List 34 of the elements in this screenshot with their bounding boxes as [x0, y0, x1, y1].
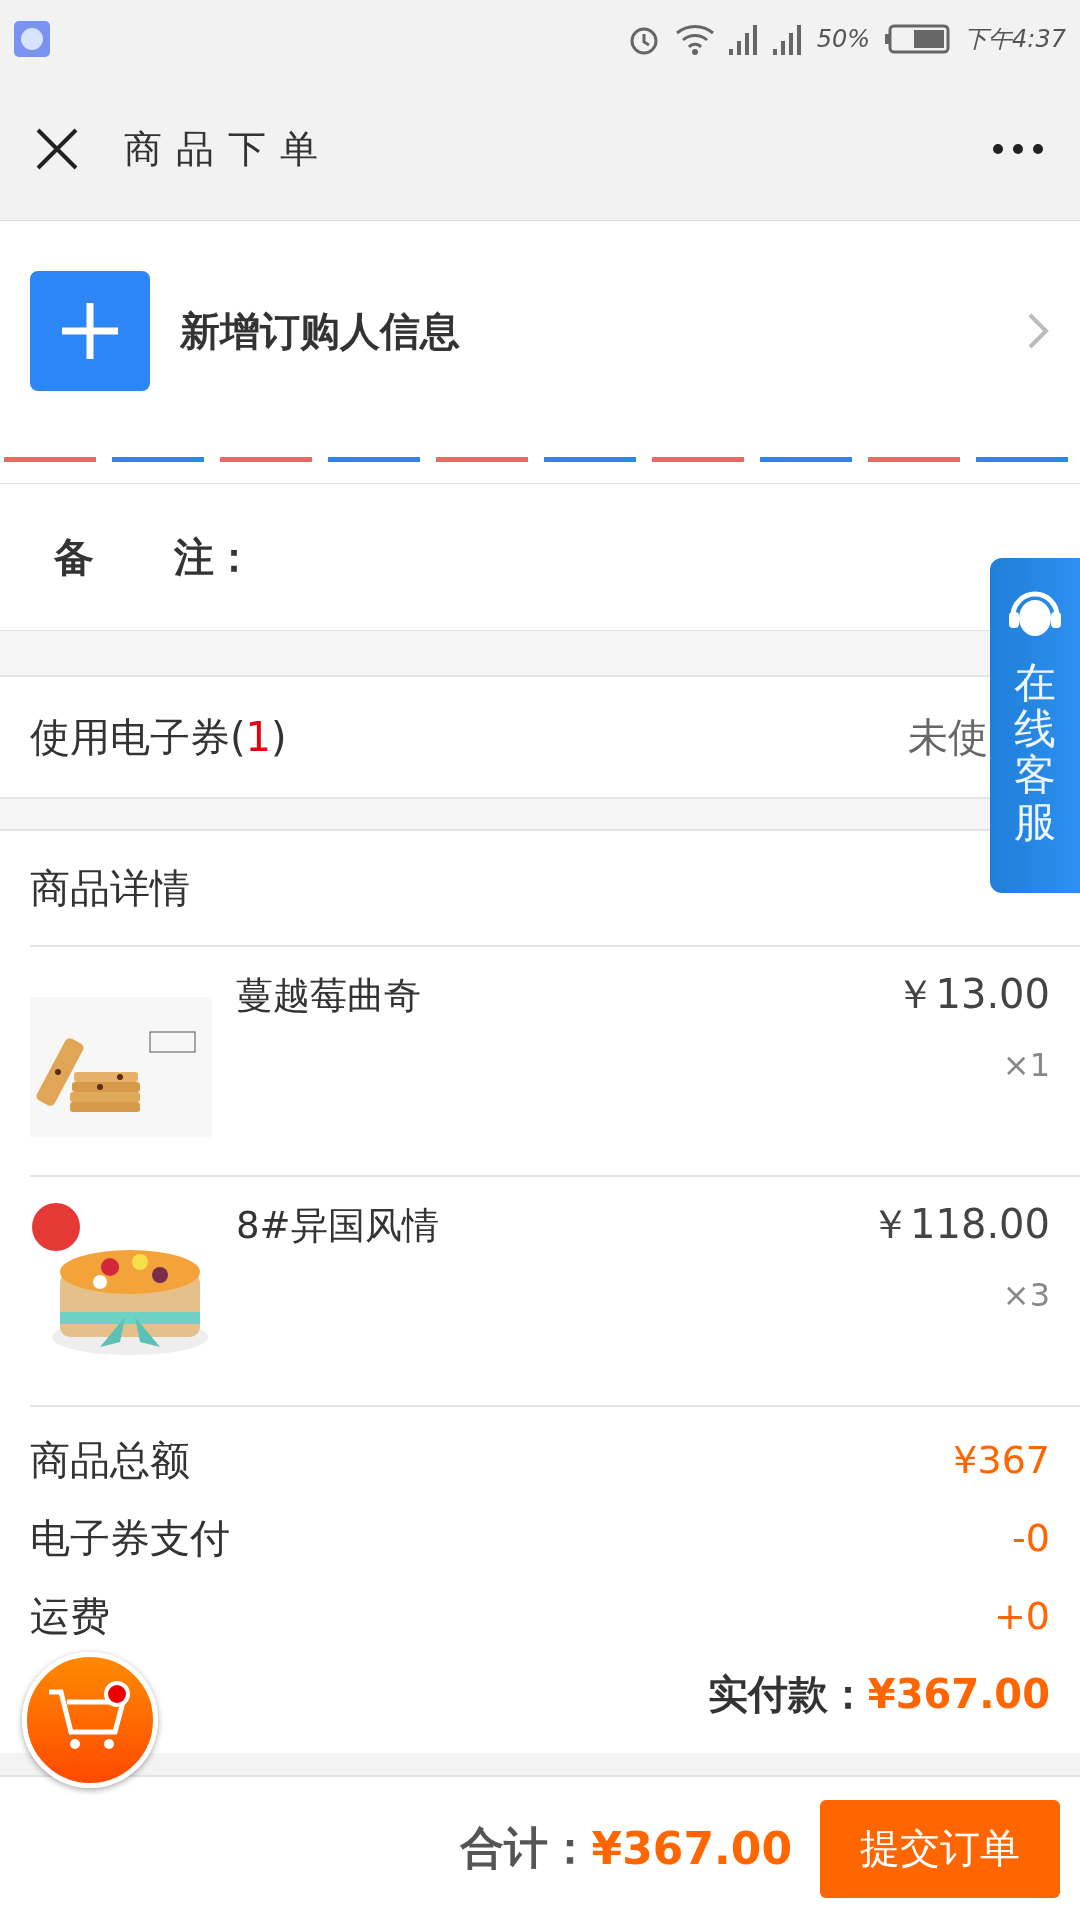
product-quantity: ×1 [1002, 1046, 1050, 1084]
app-icon [14, 21, 50, 57]
summary-value: +0 [993, 1594, 1050, 1638]
signal-icon [728, 23, 759, 55]
more-icon[interactable] [992, 143, 1044, 155]
plus-icon [30, 271, 150, 391]
coupon-status: 未使 [908, 712, 988, 762]
battery-icon [884, 24, 951, 54]
signal-icon [772, 23, 803, 55]
summary-value: ¥367 [953, 1438, 1050, 1482]
page-title: 商品下单 [124, 125, 332, 173]
summary-label: 商品总额 [30, 1435, 190, 1485]
add-buyer-label: 新增订购人信息 [180, 306, 461, 356]
paid-label: 实付款： [707, 1669, 868, 1719]
summary-label: 电子券支付 [30, 1513, 230, 1563]
add-buyer-row[interactable]: 新增订购人信息 [0, 221, 1080, 441]
wifi-icon [674, 23, 715, 55]
total-amount: ¥367.00 [591, 1823, 792, 1874]
battery-percent: 50% [816, 25, 871, 53]
summary-label: 运费 [30, 1591, 110, 1641]
product-row[interactable]: 8#异国风情 ￥118.00 ×3 [30, 1177, 1080, 1407]
status-time: 下午4:37 [964, 24, 1066, 55]
product-price: ￥13.00 [895, 970, 1050, 1019]
product-row[interactable]: 蔓越莓曲奇 ￥13.00 ×1 [30, 947, 1080, 1177]
chevron-right-icon [1026, 311, 1050, 351]
product-price: ￥118.00 [870, 1200, 1050, 1249]
product-quantity: ×3 [1002, 1276, 1050, 1314]
remark-label: 备 注： [54, 532, 254, 582]
product-name: 8#异国风情 [236, 1203, 440, 1249]
total-label: 合计： [459, 1821, 592, 1875]
paid-amount: ¥367.00 [867, 1671, 1050, 1717]
product-name: 蔓越莓曲奇 [236, 973, 422, 1019]
close-icon[interactable] [36, 128, 78, 170]
summary-value: -0 [1012, 1516, 1050, 1560]
